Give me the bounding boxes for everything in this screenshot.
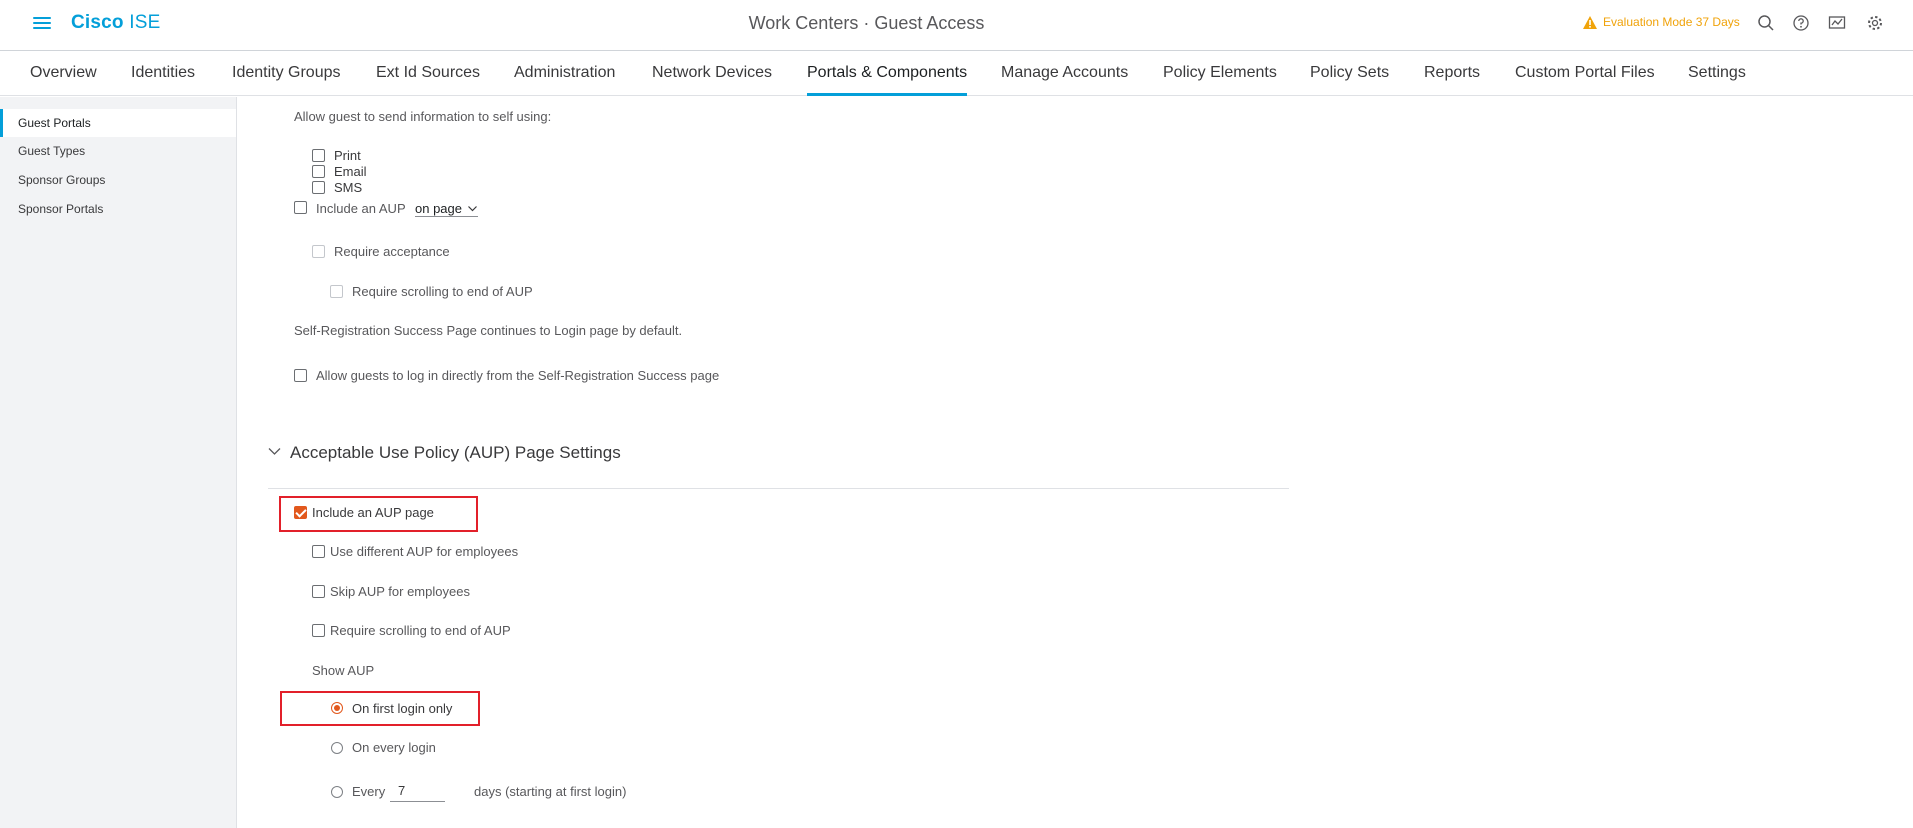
tab-administration[interactable]: Administration bbox=[514, 51, 615, 96]
aup-mode-value: on page bbox=[415, 201, 462, 216]
notifications-icon[interactable] bbox=[1828, 14, 1846, 32]
tab-ext-id-sources[interactable]: Ext Id Sources bbox=[376, 51, 480, 96]
include-aup-page-label: Include an AUP page bbox=[312, 505, 434, 520]
tab-portals-components[interactable]: Portals & Components bbox=[807, 51, 968, 96]
tab-identities[interactable]: Identities bbox=[131, 51, 195, 96]
first-login-label: On first login only bbox=[352, 701, 453, 716]
different-aup-checkbox[interactable] bbox=[312, 545, 325, 558]
tab-settings[interactable]: Settings bbox=[1688, 51, 1746, 96]
every-days-input[interactable] bbox=[390, 780, 445, 802]
tab-overview[interactable]: Overview bbox=[30, 51, 97, 96]
search-icon[interactable] bbox=[1757, 14, 1775, 32]
email-checkbox[interactable] bbox=[312, 165, 325, 178]
sms-checkbox[interactable] bbox=[312, 181, 325, 194]
sidebar-item-sponsor-portals[interactable]: Sponsor Portals bbox=[0, 195, 236, 223]
chevron-down-icon bbox=[468, 206, 477, 212]
main-content: Allow guest to send information to self … bbox=[237, 97, 1913, 828]
section-divider bbox=[268, 488, 1289, 489]
show-aup-label: Show AUP bbox=[312, 663, 375, 678]
days-suffix-label: days (starting at first login) bbox=[474, 784, 627, 799]
different-aup-label: Use different AUP for employees bbox=[330, 544, 519, 559]
require-scrolling-label: Require scrolling to end of AUP bbox=[352, 284, 533, 299]
main-nav: Overview Identities Identity Groups Ext … bbox=[0, 51, 1913, 96]
aup-mode-dropdown[interactable]: on page bbox=[415, 201, 478, 217]
sms-label: SMS bbox=[334, 180, 363, 195]
skip-aup-label: Skip AUP for employees bbox=[330, 584, 470, 599]
sidebar-item-guest-types[interactable]: Guest Types bbox=[0, 137, 236, 165]
tab-reports[interactable]: Reports bbox=[1424, 51, 1480, 96]
include-aup-label: Include an AUP bbox=[316, 201, 406, 216]
aup-require-scrolling-checkbox[interactable] bbox=[312, 624, 325, 637]
tab-policy-elements[interactable]: Policy Elements bbox=[1163, 51, 1277, 96]
top-header: Cisco ISE Work Centers · Guest Access Ev… bbox=[0, 0, 1913, 51]
tab-manage-accounts[interactable]: Manage Accounts bbox=[1001, 51, 1128, 96]
allow-direct-login-label: Allow guests to log in directly from the… bbox=[316, 368, 720, 383]
first-login-radio[interactable] bbox=[331, 702, 343, 714]
include-aup-page-checkbox[interactable] bbox=[294, 506, 307, 519]
print-checkbox[interactable] bbox=[312, 149, 325, 162]
tab-identity-groups[interactable]: Identity Groups bbox=[232, 51, 341, 96]
success-page-note: Self-Registration Success Page continues… bbox=[294, 323, 683, 338]
tab-policy-sets[interactable]: Policy Sets bbox=[1310, 51, 1389, 96]
every-login-radio[interactable] bbox=[331, 742, 343, 754]
aup-section-title: Acceptable Use Policy (AUP) Page Setting… bbox=[290, 443, 621, 462]
help-icon[interactable] bbox=[1792, 14, 1810, 32]
send-info-label: Allow guest to send information to self … bbox=[294, 109, 552, 124]
aup-require-scrolling-label: Require scrolling to end of AUP bbox=[330, 623, 511, 638]
evaluation-mode-notice[interactable]: Evaluation Mode 37 Days bbox=[1583, 15, 1740, 29]
page-title: Work Centers · Guest Access bbox=[748, 13, 985, 33]
tab-custom-portal-files[interactable]: Custom Portal Files bbox=[1515, 51, 1655, 96]
every-login-label: On every login bbox=[352, 740, 436, 755]
chevron-down-icon[interactable] bbox=[268, 447, 281, 456]
require-acceptance-checkbox[interactable] bbox=[312, 245, 325, 258]
require-acceptance-label: Require acceptance bbox=[334, 244, 450, 259]
evaluation-mode-text: Evaluation Mode 37 Days bbox=[1603, 15, 1740, 29]
every-days-radio[interactable] bbox=[331, 786, 343, 798]
print-label: Print bbox=[334, 148, 361, 163]
email-label: Email bbox=[334, 164, 367, 179]
sidebar-item-sponsor-groups[interactable]: Sponsor Groups bbox=[0, 166, 236, 194]
warning-icon bbox=[1583, 15, 1597, 29]
require-scrolling-checkbox[interactable] bbox=[330, 285, 343, 298]
skip-aup-checkbox[interactable] bbox=[312, 585, 325, 598]
tab-network-devices[interactable]: Network Devices bbox=[652, 51, 772, 96]
allow-direct-login-checkbox[interactable] bbox=[294, 369, 307, 382]
every-days-label: Every bbox=[352, 784, 386, 799]
sidebar-item-guest-portals[interactable]: Guest Portals bbox=[0, 109, 236, 137]
sidebar: Guest Portals Guest Types Sponsor Groups… bbox=[0, 97, 237, 828]
include-aup-checkbox[interactable] bbox=[294, 201, 307, 214]
settings-icon[interactable] bbox=[1866, 14, 1884, 32]
